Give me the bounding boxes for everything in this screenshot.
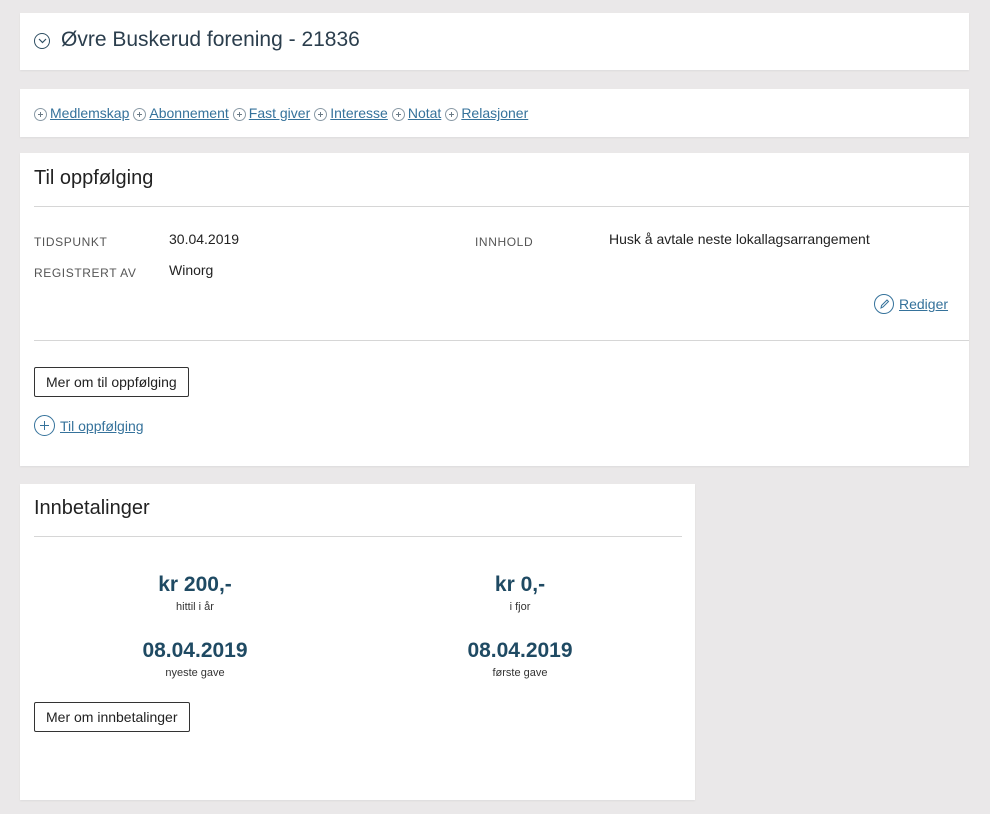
followup-card: Til oppfølging TIDSPUNKT 30.04.2019 REGI… (20, 153, 969, 466)
divider (34, 536, 682, 537)
stat-last-year: kr 0,- i fjor (400, 573, 640, 613)
stat-newest-gift: 08.04.2019 nyeste gave (75, 639, 315, 679)
tidspunkt-label: TIDSPUNKT (34, 235, 108, 249)
add-relasjoner-link[interactable]: Relasjoner (445, 105, 528, 121)
stat-first-gift: 08.04.2019 første gave (400, 639, 640, 679)
plus-circle-icon (232, 107, 246, 121)
add-medlemskap-link[interactable]: Medlemskap (34, 105, 129, 121)
tidspunkt-value: 30.04.2019 (169, 231, 240, 247)
innhold-value: Husk å avtale neste lokallagsarrangement (609, 231, 870, 247)
followup-title: Til oppfølging (34, 167, 154, 189)
this-year-caption: hittil i år (176, 601, 214, 613)
last-year-amount: kr 0,- (494, 573, 546, 596)
newest-gift-caption: nyeste gave (165, 667, 225, 679)
registrert-av-value: Winorg (169, 262, 214, 278)
add-interesse-link[interactable]: Interesse (314, 105, 388, 121)
first-gift-caption: første gave (492, 667, 548, 679)
this-year-amount: kr 200,- (158, 573, 232, 596)
more-followup-button[interactable]: Mer om til oppfølging (34, 367, 189, 397)
last-year-caption: i fjor (509, 601, 531, 613)
registrert-av-label: REGISTRERT AV (34, 266, 137, 280)
plus-circle-icon (445, 107, 459, 121)
quick-add-links: Medlemskap Abonnement Fast giver Interes… (34, 105, 532, 121)
contact-header-card: Øvre Buskerud forening - 21836 (20, 13, 969, 70)
payments-card: Innbetalinger kr 200,- hittil i år kr 0,… (20, 484, 695, 800)
newest-gift-date: 08.04.2019 (142, 639, 248, 662)
stat-this-year: kr 200,- hittil i år (75, 573, 315, 613)
pencil-icon (874, 294, 894, 314)
divider (34, 206, 969, 207)
page-title: Øvre Buskerud forening - 21836 (61, 28, 360, 51)
quick-add-links-card: Medlemskap Abonnement Fast giver Interes… (20, 89, 969, 137)
innhold-label: INNHOLD (475, 235, 534, 249)
payments-title: Innbetalinger (34, 497, 150, 519)
edit-followup-link[interactable]: Rediger (874, 294, 948, 314)
add-abonnement-link[interactable]: Abonnement (133, 105, 229, 121)
plus-circle-icon (133, 107, 147, 121)
more-payments-button[interactable]: Mer om innbetalinger (34, 702, 190, 732)
divider (34, 340, 969, 341)
first-gift-date: 08.04.2019 (467, 639, 573, 662)
add-followup-link[interactable]: Til oppfølging (34, 415, 144, 436)
add-fast-giver-link[interactable]: Fast giver (232, 105, 310, 121)
plus-circle-icon (314, 107, 328, 121)
plus-circle-icon (391, 107, 405, 121)
add-notat-link[interactable]: Notat (391, 105, 441, 121)
chevron-down-icon[interactable] (34, 33, 50, 49)
plus-circle-icon (34, 415, 55, 436)
plus-circle-icon (34, 107, 47, 121)
